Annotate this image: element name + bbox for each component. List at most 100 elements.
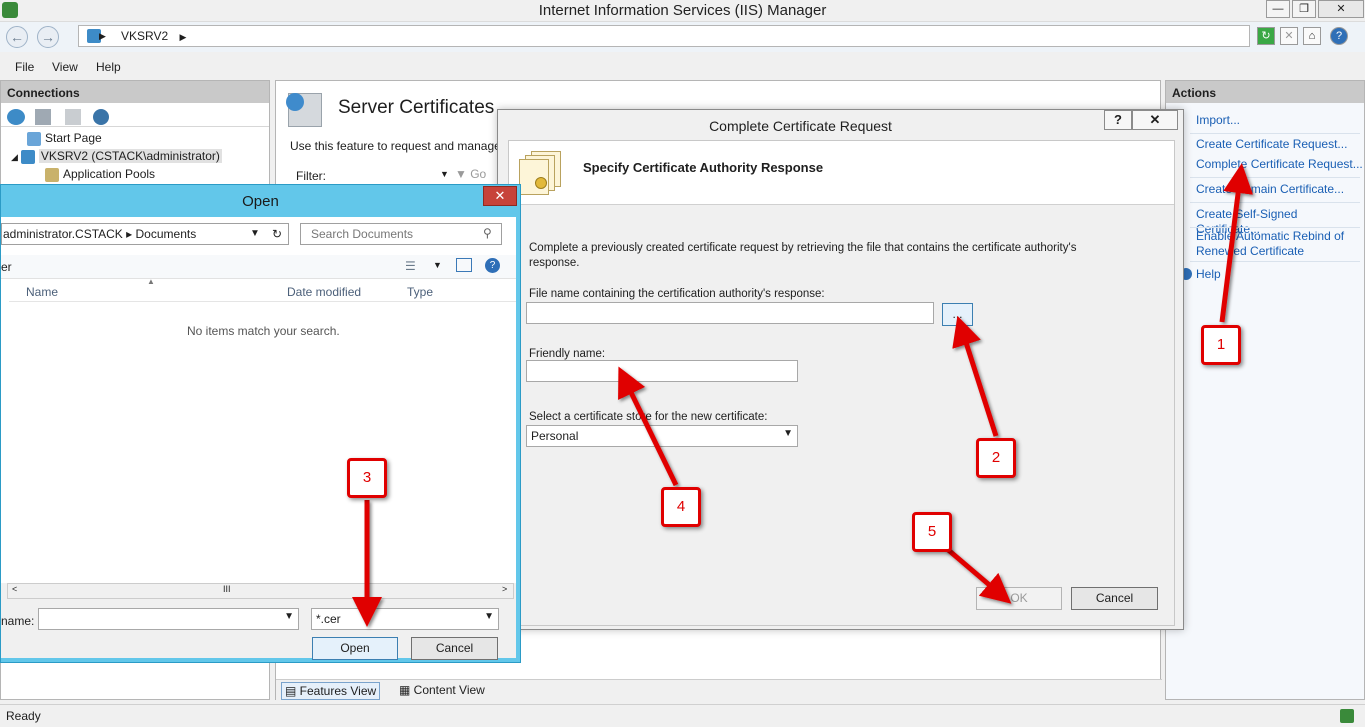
refresh-icon[interactable]: ↻ bbox=[272, 224, 282, 244]
empty-message: No items match your search. bbox=[187, 324, 340, 338]
search-documents-input[interactable]: Search Documents bbox=[300, 223, 502, 245]
open-dialog-close-button[interactable]: ✕ bbox=[483, 186, 517, 206]
go-button[interactable]: ▼ Go bbox=[455, 167, 486, 181]
open-file-dialog: Open ✕ administrator.CSTACK ▸ Documents … bbox=[0, 184, 521, 663]
refresh-icon[interactable]: ↻ bbox=[1257, 27, 1275, 45]
chevron-right-icon: ▶ bbox=[179, 32, 187, 42]
chevron-down-icon: ▼ bbox=[284, 611, 294, 622]
chevron-down-icon[interactable]: ▼ bbox=[250, 224, 260, 244]
up-icon[interactable] bbox=[65, 109, 81, 125]
view-options-icon[interactable]: ☰ bbox=[405, 259, 416, 273]
connections-header: Connections bbox=[1, 81, 269, 103]
connections-toolbar bbox=[1, 103, 269, 127]
open-dialog-title-bar: Open ✕ bbox=[1, 185, 520, 217]
file-name-combo[interactable]: ▼ bbox=[38, 608, 299, 630]
tab-features-view[interactable]: ▤ Features View bbox=[281, 682, 381, 700]
app-pools-icon bbox=[45, 167, 59, 182]
tree-item-app-pools[interactable]: Application Pools bbox=[45, 167, 155, 182]
column-date-modified[interactable]: Date modified bbox=[287, 285, 361, 299]
connect-icon[interactable] bbox=[7, 109, 25, 125]
annotation-badge-1: 1 bbox=[1201, 325, 1241, 365]
menu-view[interactable]: View bbox=[52, 60, 78, 74]
actions-header: Actions bbox=[1166, 81, 1364, 103]
cancel-button[interactable]: Cancel bbox=[1071, 587, 1158, 610]
minimize-button[interactable]: — bbox=[1266, 0, 1290, 18]
save-icon[interactable] bbox=[35, 109, 51, 125]
back-button[interactable]: ← bbox=[6, 26, 28, 48]
dialog-close-button[interactable]: ✕ bbox=[1132, 110, 1178, 130]
forward-button[interactable]: → bbox=[37, 26, 59, 48]
file-name-label: name: bbox=[1, 614, 35, 628]
open-path-breadcrumb[interactable]: administrator.CSTACK ▸ Documents ▼ ↻ bbox=[1, 223, 289, 245]
dialog-help-button[interactable]: ? bbox=[1104, 110, 1132, 130]
help-icon[interactable]: ? bbox=[485, 258, 500, 273]
action-import[interactable]: Import... bbox=[1196, 113, 1240, 128]
divider bbox=[1190, 227, 1360, 228]
title-bar: Internet Information Services (IIS) Mana… bbox=[0, 0, 1365, 22]
file-type-filter-select[interactable]: *.cer ▼ bbox=[311, 608, 499, 630]
action-create-certificate-request[interactable]: Create Certificate Request... bbox=[1196, 137, 1347, 152]
file-list: Name ▲ Date modified Type No items match… bbox=[9, 277, 516, 581]
dialog-title: Complete Certificate Request bbox=[709, 118, 892, 134]
action-create-domain-certificate[interactable]: Create Domain Certificate... bbox=[1196, 182, 1344, 197]
close-button[interactable]: ✕ bbox=[1318, 0, 1364, 18]
ok-button[interactable]: OK bbox=[976, 587, 1062, 610]
server-icon bbox=[20, 149, 35, 164]
divider bbox=[1190, 133, 1360, 134]
action-help[interactable]: Help bbox=[1196, 267, 1221, 282]
status-bar: Ready bbox=[0, 704, 1365, 727]
column-name[interactable]: Name bbox=[26, 285, 58, 299]
home-icon[interactable]: ⌂ bbox=[1303, 27, 1321, 45]
annotation-badge-4: 4 bbox=[661, 487, 701, 527]
restore-button[interactable]: ❐ bbox=[1292, 0, 1316, 18]
search-icon: ⚲ bbox=[483, 226, 492, 240]
preview-pane-icon[interactable] bbox=[456, 258, 472, 272]
file-name-label: File name containing the certification a… bbox=[529, 288, 825, 300]
chevron-down-icon[interactable]: ▼ bbox=[433, 260, 442, 270]
friendly-name-input[interactable] bbox=[526, 360, 798, 382]
open-dialog-toolbar: er ☰ ▼ ? bbox=[1, 255, 516, 279]
stop-icon[interactable]: ✕ bbox=[1280, 27, 1298, 45]
dialog-title-bar: Complete Certificate Request ? ✕ bbox=[498, 110, 1183, 140]
tree-item-start-page[interactable]: Start Page bbox=[27, 131, 102, 146]
browse-button[interactable]: ... bbox=[942, 303, 973, 326]
disconnect-icon[interactable] bbox=[93, 109, 109, 125]
scroll-thumb[interactable]: III bbox=[223, 584, 231, 594]
open-button[interactable]: Open bbox=[312, 637, 398, 660]
file-name-input[interactable] bbox=[526, 302, 934, 324]
certificate-icon bbox=[517, 151, 573, 195]
collapse-icon[interactable]: ◢ bbox=[11, 152, 18, 162]
filter-dropdown-icon[interactable]: ▼ bbox=[440, 169, 449, 179]
certificate-store-select[interactable]: Personal ▼ bbox=[526, 425, 798, 447]
status-text: Ready bbox=[6, 709, 41, 723]
address-bar[interactable]: ▶ VKSRV2 ▶ bbox=[78, 25, 1250, 47]
column-type[interactable]: Type bbox=[407, 285, 433, 299]
chevron-right-icon: ▶ bbox=[99, 31, 106, 41]
open-dialog-title: Open bbox=[242, 193, 279, 210]
open-cancel-button[interactable]: Cancel bbox=[411, 637, 498, 660]
window-title: Internet Information Services (IIS) Mana… bbox=[538, 2, 827, 19]
scroll-right-icon[interactable]: > bbox=[502, 584, 507, 594]
annotation-badge-3: 3 bbox=[347, 458, 387, 498]
page-description: Use this feature to request and manage bbox=[290, 139, 501, 153]
tab-content-view[interactable]: ▦ Content View bbox=[396, 682, 488, 698]
view-tabs: ▤ Features View ▦ Content View bbox=[276, 679, 1162, 701]
annotation-badge-5: 5 bbox=[912, 512, 952, 552]
friendly-name-label: Friendly name: bbox=[529, 348, 606, 360]
action-enable-automatic-rebind[interactable]: Enable Automatic Rebind of Renewed Certi… bbox=[1196, 229, 1356, 259]
open-dialog-body: administrator.CSTACK ▸ Documents ▼ ↻ Sea… bbox=[1, 217, 516, 660]
horizontal-scrollbar[interactable]: < III > bbox=[7, 583, 514, 599]
menu-file[interactable]: File bbox=[15, 60, 34, 74]
menu-help[interactable]: Help bbox=[96, 60, 121, 74]
action-complete-certificate-request[interactable]: Complete Certificate Request... bbox=[1196, 157, 1363, 172]
scroll-left-icon[interactable]: < bbox=[12, 584, 17, 594]
help-icon[interactable]: ? bbox=[1330, 27, 1348, 45]
page-title: Server Certificates bbox=[338, 97, 495, 118]
start-page-icon bbox=[27, 131, 41, 146]
complete-certificate-request-dialog: Complete Certificate Request ? ✕ Specify… bbox=[497, 109, 1184, 630]
address-row: ← → ▶ VKSRV2 ▶ ↻ ✕ ⌂ ? bbox=[0, 22, 1365, 52]
tree-item-server[interactable]: ◢ VKSRV2 (CSTACK\administrator) bbox=[11, 149, 222, 164]
organize-menu[interactable]: er bbox=[1, 260, 12, 274]
divider bbox=[9, 301, 516, 302]
open-dialog-footer: < III > name: ▼ *.cer ▼ Open Cancel bbox=[1, 583, 516, 660]
